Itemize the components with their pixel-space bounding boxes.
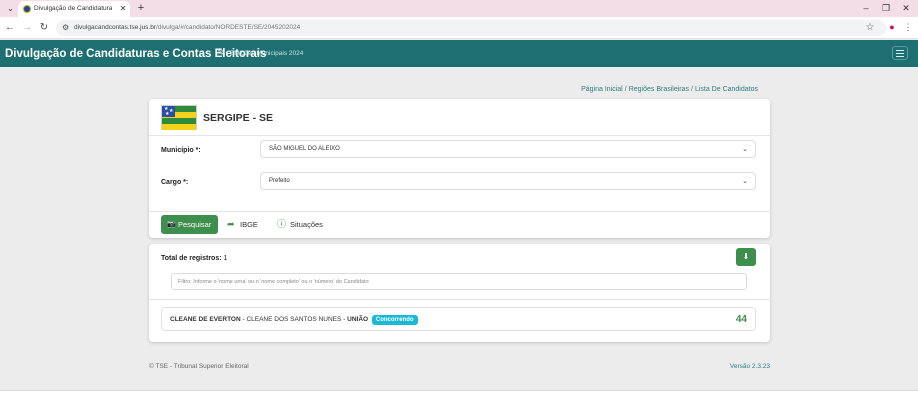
search-card: ★ ★ ★ SERGIPE - SE Município *: SÃO MIGU… (149, 99, 770, 238)
hamburger-menu-icon[interactable] (892, 46, 908, 60)
election-subtitle[interactable]: Eleições Municipais 2024 (230, 48, 303, 60)
breadcrumb-candidates: Lista De Candidatos (694, 86, 758, 93)
results-card: Total de registros: 1 ⬇ CLEANE DE EVERTO… (149, 244, 770, 342)
url-host: divulgacandcontas.tse.jus.br (74, 24, 157, 31)
divider (149, 211, 770, 212)
candidate-full-name: CLEANE DOS SANTOS NUNES (246, 316, 342, 323)
total-value: 1 (223, 255, 228, 262)
window-close-icon[interactable]: ✕ (898, 1, 914, 15)
browser-toolbar: ← → ↻ ⚙ divulgacandcontas.tse.jus.br/div… (0, 17, 918, 39)
municipio-select[interactable]: SÃO MIGUEL DO ALEIXO ⌄ (260, 140, 756, 158)
ibge-label: IBGE (240, 220, 258, 229)
pesquisar-label: Pesquisar (178, 220, 212, 229)
candidate-party: UNIÃO (347, 316, 369, 323)
sergipe-flag-icon: ★ ★ ★ (161, 105, 197, 130)
candidate-row[interactable]: CLEANE DE EVERTON - CLEANE DOS SANTOS NU… (161, 307, 756, 331)
page-bottom (0, 391, 918, 420)
cargo-select[interactable]: Prefeito ⌄ (260, 172, 756, 190)
download-button[interactable]: ⬇ (736, 248, 756, 266)
minimize-icon[interactable]: – (858, 1, 874, 15)
situacoes-button[interactable]: ⓘ Situações (277, 215, 337, 234)
divider (149, 299, 770, 300)
situacoes-label: Situações (290, 220, 323, 229)
chevron-down-icon: ⌄ (742, 146, 748, 153)
tab-close-icon[interactable]: ✕ (118, 3, 128, 14)
url-path: /divulga/#/candidato/NORDESTE/SE/2045202… (156, 24, 301, 31)
total-label: Total de registros: (161, 255, 222, 262)
state-title: SERGIPE - SE (203, 112, 274, 124)
info-icon: ⓘ (277, 219, 287, 229)
ibge-button[interactable]: ➦ IBGE (227, 215, 267, 234)
browser-tab-bar: ⌄ Divulgação de Candidaturas e C ✕ + – ❐… (0, 0, 918, 17)
breadcrumb-regions[interactable]: Regiões Brasileiras (629, 86, 689, 93)
tab-search-icon[interactable]: ⌄ (4, 3, 17, 14)
forward-icon[interactable]: → (20, 21, 34, 35)
candidate-text: CLEANE DE EVERTON - CLEANE DOS SANTOS NU… (170, 315, 418, 325)
address-bar[interactable]: ⚙ divulgacandcontas.tse.jus.br/divulga/#… (56, 20, 886, 36)
profile-avatar-icon[interactable]: ● (886, 21, 898, 34)
tse-favicon-icon (23, 5, 31, 13)
footer-version: Versão 2.3.23 (729, 363, 770, 370)
browser-menu-icon[interactable]: ⋮ (903, 21, 913, 34)
tab-title: Divulgação de Candidaturas e C (34, 5, 112, 12)
filter-field[interactable] (171, 273, 747, 290)
cargo-value: Prefeito (269, 178, 290, 184)
camera-icon: 📷 (167, 221, 176, 228)
municipio-value: SÃO MIGUEL DO ALEIXO (269, 146, 340, 152)
app-header: Divulgação de Candidaturas e Contas Elei… (0, 40, 918, 67)
restore-icon[interactable]: ❐ (878, 1, 894, 15)
status-badge: Concorrendo (371, 315, 418, 325)
new-tab-icon[interactable]: + (135, 1, 147, 15)
divider (149, 135, 770, 136)
breadcrumb-home[interactable]: Página Inicial (581, 86, 623, 93)
chevron-down-icon: ⌄ (742, 178, 748, 185)
candidate-ballot-name: CLEANE DE EVERTON (170, 316, 241, 323)
site-info-icon[interactable]: ⚙ (62, 22, 72, 34)
url-text: divulgacandcontas.tse.jus.br/divulga/#/c… (74, 22, 300, 34)
browser-tab[interactable]: Divulgação de Candidaturas e C ✕ (18, 1, 130, 17)
download-icon: ⬇ (742, 252, 750, 261)
candidate-number: 44 (735, 314, 747, 325)
back-icon[interactable]: ← (3, 21, 17, 35)
reload-icon[interactable]: ↻ (37, 21, 51, 35)
municipio-label: Município *: (161, 147, 201, 154)
footer-copyright: © TSE - Tribunal Superior Eleitoral (149, 363, 249, 370)
bookmark-star-icon[interactable]: ☆ (864, 21, 876, 34)
share-arrow-icon: ➦ (227, 219, 235, 229)
breadcrumb: Página Inicial / Regiões Brasileiras / Lista… (581, 86, 758, 93)
filter-input[interactable] (178, 276, 738, 287)
total-records: Total de registros: 1 (161, 254, 227, 264)
pesquisar-button[interactable]: 📷 Pesquisar (161, 215, 218, 234)
edit-icon[interactable]: ✎ (217, 47, 229, 59)
cargo-label: Cargo *: (161, 179, 189, 186)
